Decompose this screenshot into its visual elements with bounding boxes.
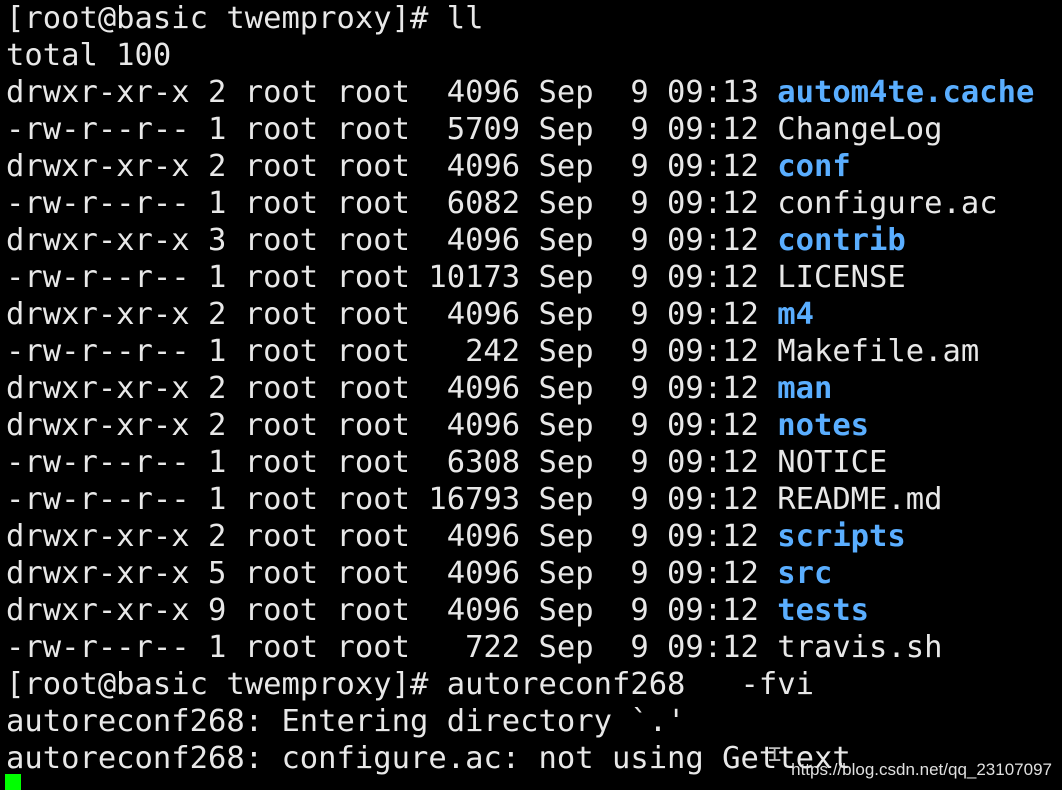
directory-name: m4 — [777, 297, 814, 332]
file-listing-row: drwxr-xr-x 2 root root 4096 Sep 9 09:12 … — [6, 518, 906, 555]
file-attributes: -rw-r--r-- 1 root root 6082 Sep 9 09:12 — [6, 186, 778, 221]
output-line: autoreconf268: Entering directory `.' — [6, 704, 686, 739]
file-attributes: -rw-r--r-- 1 root root 16793 Sep 9 09:12 — [6, 482, 778, 517]
file-attributes: drwxr-xr-x 2 root root 4096 Sep 9 09:12 — [6, 149, 778, 184]
terminal-window[interactable]: [root@basic twemproxy]# ll total 100 drwxr… — [0, 0, 1062, 790]
file-attributes: drwxr-xr-x 2 root root 4096 Sep 9 09:12 — [6, 408, 778, 443]
directory-name: contrib — [777, 223, 906, 258]
output-line: autoreconf268: configure.ac: not using G… — [6, 741, 851, 776]
file-listing-row: -rw-r--r-- 1 root root 5709 Sep 9 09:12 … — [6, 111, 943, 148]
file-name: README.md — [777, 482, 943, 517]
command-prompt-line: [root@basic twemproxy]# ll — [6, 1, 484, 36]
directory-name: tests — [777, 593, 870, 628]
file-name: travis.sh — [777, 630, 943, 665]
output-line: total 100 — [6, 38, 172, 73]
command-prompt-line: [root@basic twemproxy]# autoreconf268 -f… — [6, 667, 814, 702]
file-attributes: -rw-r--r-- 1 root root 242 Sep 9 09:12 — [6, 334, 778, 369]
file-name: NOTICE — [777, 445, 888, 480]
file-listing-row: drwxr-xr-x 5 root root 4096 Sep 9 09:12 … — [6, 555, 832, 592]
directory-name: man — [777, 371, 833, 406]
file-attributes: -rw-r--r-- 1 root root 10173 Sep 9 09:12 — [6, 260, 778, 295]
file-attributes: -rw-r--r-- 1 root root 6308 Sep 9 09:12 — [6, 445, 778, 480]
file-name: LICENSE — [777, 260, 906, 295]
file-attributes: -rw-r--r-- 1 root root 722 Sep 9 09:12 — [6, 630, 778, 665]
file-listing-row: drwxr-xr-x 2 root root 4096 Sep 9 09:12 … — [6, 407, 869, 444]
file-attributes: drwxr-xr-x 2 root root 4096 Sep 9 09:12 — [6, 519, 778, 554]
file-listing-row: -rw-r--r-- 1 root root 16793 Sep 9 09:12… — [6, 481, 943, 518]
file-listing-row: -rw-r--r-- 1 root root 722 Sep 9 09:12 t… — [6, 629, 943, 666]
file-attributes: drwxr-xr-x 9 root root 4096 Sep 9 09:12 — [6, 593, 778, 628]
file-attributes: drwxr-xr-x 2 root root 4096 Sep 9 09:12 — [6, 371, 778, 406]
directory-name: conf — [777, 149, 851, 184]
file-attributes: drwxr-xr-x 2 root root 4096 Sep 9 09:12 — [6, 297, 778, 332]
file-listing-row: drwxr-xr-x 9 root root 4096 Sep 9 09:12 … — [6, 592, 869, 629]
file-listing-row: drwxr-xr-x 3 root root 4096 Sep 9 09:12 … — [6, 222, 906, 259]
directory-name: src — [777, 556, 833, 591]
directory-name: notes — [777, 408, 870, 443]
file-name: ChangeLog — [777, 112, 943, 147]
file-listing-row: -rw-r--r-- 1 root root 6082 Sep 9 09:12 … — [6, 185, 998, 222]
file-listing-row: drwxr-xr-x 2 root root 4096 Sep 9 09:13 … — [6, 74, 1034, 111]
file-listing-row: drwxr-xr-x 2 root root 4096 Sep 9 09:12 … — [6, 370, 832, 407]
file-attributes: drwxr-xr-x 3 root root 4096 Sep 9 09:12 — [6, 223, 778, 258]
file-name: Makefile.am — [777, 334, 980, 369]
file-listing-row: -rw-r--r-- 1 root root 10173 Sep 9 09:12… — [6, 259, 906, 296]
file-listing-row: -rw-r--r-- 1 root root 242 Sep 9 09:12 M… — [6, 333, 979, 370]
file-attributes: drwxr-xr-x 2 root root 4096 Sep 9 09:13 — [6, 75, 778, 110]
file-listing-row: -rw-r--r-- 1 root root 6308 Sep 9 09:12 … — [6, 444, 887, 481]
watermark-url: https://blog.csdn.net/qq_23107097 — [791, 760, 1052, 779]
directory-name: scripts — [777, 519, 906, 554]
file-attributes: drwxr-xr-x 5 root root 4096 Sep 9 09:12 — [6, 556, 778, 591]
text-ibeam-pointer-icon: ⌶ — [768, 742, 782, 767]
file-listing-row: drwxr-xr-x 2 root root 4096 Sep 9 09:12 … — [6, 296, 814, 333]
file-attributes: -rw-r--r-- 1 root root 5709 Sep 9 09:12 — [6, 112, 778, 147]
file-listing-row: drwxr-xr-x 2 root root 4096 Sep 9 09:12 … — [6, 148, 851, 185]
block-cursor-icon — [5, 774, 21, 790]
directory-name: autom4te.cache — [777, 75, 1035, 110]
file-name: configure.ac — [777, 186, 998, 221]
